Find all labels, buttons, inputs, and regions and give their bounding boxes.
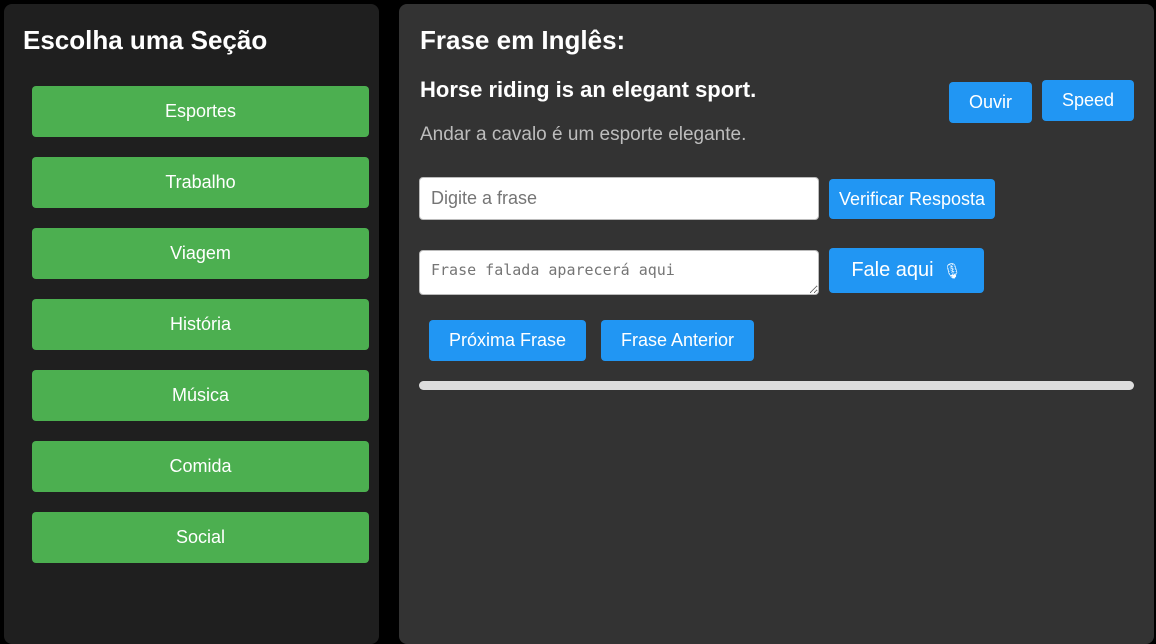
speed-button[interactable]: Speed: [1042, 80, 1134, 121]
microphone-icon: 🎙: [942, 262, 962, 280]
listen-button[interactable]: Ouvir: [949, 82, 1032, 123]
section-button-musica[interactable]: Música: [32, 370, 369, 421]
section-button-social[interactable]: Social: [32, 512, 369, 563]
next-phrase-button[interactable]: Próxima Frase: [429, 320, 586, 361]
spoken-phrase-textarea[interactable]: [419, 250, 819, 295]
section-button-historia[interactable]: História: [32, 299, 369, 350]
phrase-panel: Frase em Inglês: Horse riding is an eleg…: [399, 4, 1154, 644]
speak-button-label: Fale aqui: [851, 259, 934, 281]
speak-button[interactable]: Fale aqui 🎙: [829, 248, 984, 293]
answer-input[interactable]: [419, 177, 819, 220]
section-button-esportes[interactable]: Esportes: [32, 86, 369, 137]
previous-phrase-button[interactable]: Frase Anterior: [601, 320, 754, 361]
verify-answer-button[interactable]: Verificar Resposta: [829, 179, 995, 219]
section-list: Esportes Trabalho Viagem História Música…: [32, 86, 369, 583]
english-sentence: Horse riding is an elegant sport.: [420, 77, 757, 102]
sidebar-title: Escolha uma Seção: [23, 25, 268, 55]
section-button-trabalho[interactable]: Trabalho: [32, 157, 369, 208]
panel-title: Frase em Inglês:: [420, 25, 626, 55]
section-button-viagem[interactable]: Viagem: [32, 228, 369, 279]
section-sidebar: Escolha uma Seção Esportes Trabalho Viag…: [4, 4, 379, 644]
progress-bar: [419, 381, 1134, 390]
portuguese-translation: Andar a cavalo é um esporte elegante.: [420, 124, 747, 145]
section-button-comida[interactable]: Comida: [32, 441, 369, 492]
